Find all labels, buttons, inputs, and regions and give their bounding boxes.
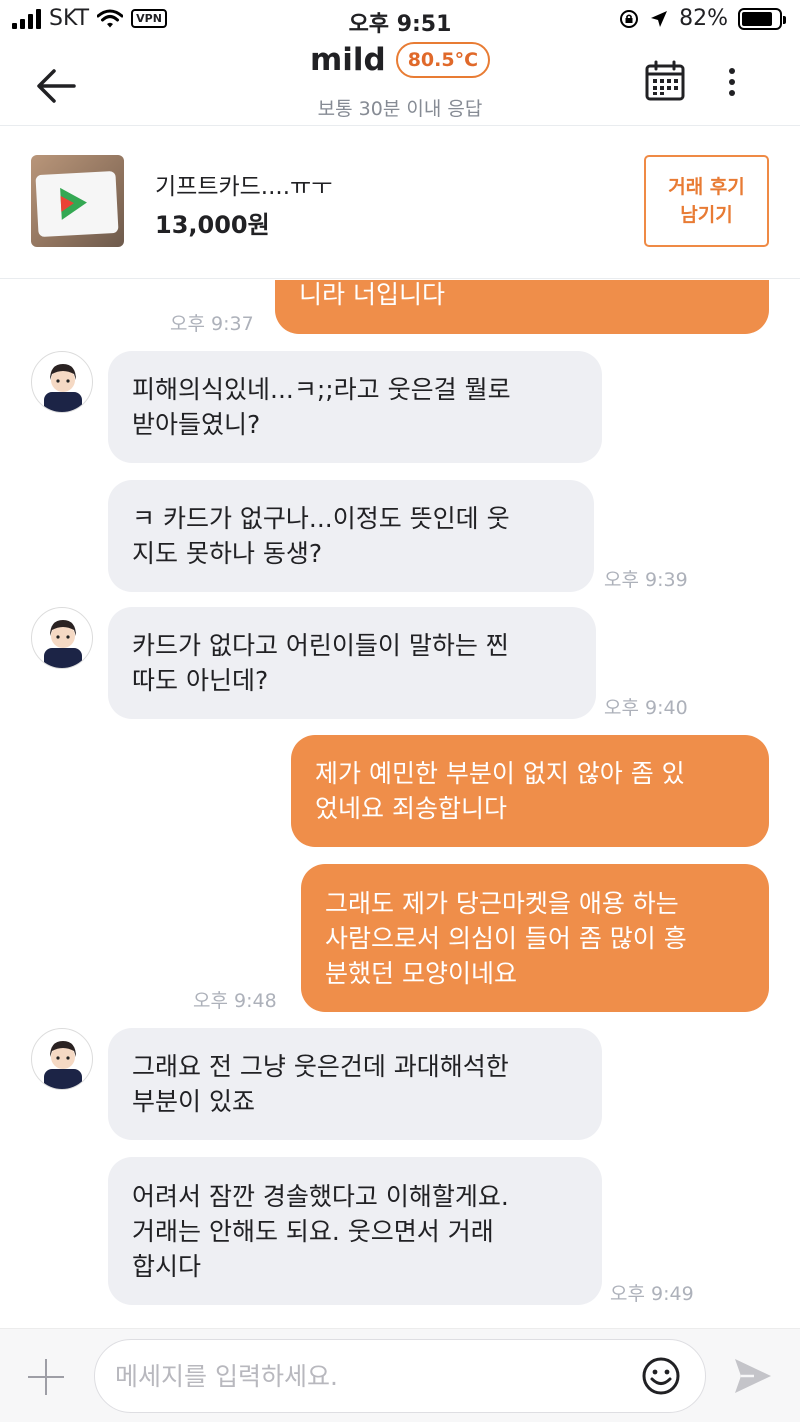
message-bubble-theirs[interactable]: 그래요 전 그냥 웃은건데 과대해석한 부분이 있죠 bbox=[108, 1028, 602, 1140]
status-right: 82% bbox=[619, 6, 786, 31]
message-text: 제가 예민한 부분이 없지 않아 좀 있 었네요 죄송합니다 bbox=[315, 759, 685, 823]
message-text: 그래요 전 그냥 웃은건데 과대해석한 부분이 있죠 bbox=[132, 1052, 509, 1116]
status-bar: SKT VPN 오후 9:51 82% bbox=[0, 0, 800, 40]
message-text: ㅋ 카드가 없구나...이정도 뜻인데 웃 지도 못하나 동생? bbox=[132, 504, 510, 568]
profile-avatar-icon bbox=[44, 364, 82, 412]
send-icon[interactable] bbox=[732, 1355, 774, 1397]
message-input[interactable] bbox=[115, 1340, 635, 1412]
message-bubble-theirs[interactable]: 어려서 잠깐 경솔했다고 이해할게요. 거래는 안해도 되요. 웃으면서 거래 … bbox=[108, 1157, 602, 1305]
battery-percent: 82% bbox=[679, 6, 728, 31]
profile-avatar-icon bbox=[44, 620, 82, 668]
message-bubble-mine[interactable]: 제가 예민한 부분이 없지 않아 좀 있 었네요 죄송합니다 bbox=[291, 735, 769, 847]
profile-avatar-icon bbox=[44, 1041, 82, 1089]
battery-icon bbox=[738, 7, 786, 30]
product-price: 13,000원 bbox=[155, 211, 270, 239]
message-time: 오후 9:48 bbox=[193, 990, 277, 1012]
avatar[interactable] bbox=[31, 607, 93, 669]
avatar[interactable] bbox=[31, 1028, 93, 1090]
chat-messages[interactable]: 니라 너입니다 오후 9:37 피해의식있네...ㅋ;;라고 웃은걸 뭘로 받아… bbox=[0, 280, 800, 1328]
message-text: 니라 너입니다 bbox=[299, 280, 445, 309]
product-bar[interactable]: 기프트카드....ㅠㅜ 13,000원 거래 후기 남기기 bbox=[0, 127, 800, 279]
message-bubble-theirs[interactable]: ㅋ 카드가 없구나...이정도 뜻인데 웃 지도 못하나 동생? bbox=[108, 480, 594, 592]
page-title: mild bbox=[309, 42, 386, 78]
message-time: 오후 9:49 bbox=[610, 1283, 694, 1305]
rotation-lock-icon bbox=[620, 9, 639, 28]
message-input-container[interactable] bbox=[94, 1339, 706, 1413]
message-time: 오후 9:37 bbox=[170, 313, 254, 335]
product-thumbnail[interactable] bbox=[31, 155, 124, 247]
message-bubble-theirs[interactable]: 피해의식있네...ㅋ;;라고 웃은걸 뭘로 받아들였니? bbox=[108, 351, 602, 463]
message-text: 피해의식있네...ㅋ;;라고 웃은걸 뭘로 받아들였니? bbox=[132, 375, 511, 439]
gift-card-image bbox=[35, 170, 119, 238]
emoji-icon[interactable] bbox=[641, 1356, 681, 1396]
avatar[interactable] bbox=[31, 351, 93, 413]
message-time: 오후 9:39 bbox=[604, 569, 688, 591]
leave-review-button[interactable]: 거래 후기 남기기 bbox=[644, 155, 769, 247]
plus-icon[interactable] bbox=[28, 1359, 64, 1395]
message-text: 어려서 잠깐 경솔했다고 이해할게요. 거래는 안해도 되요. 웃으면서 거래 … bbox=[132, 1181, 509, 1281]
message-text: 카드가 없다고 어린이들이 말하는 찐 따도 아닌데? bbox=[132, 631, 509, 695]
chat-header: mild 80.5°C 보통 30분 이내 응답 bbox=[0, 40, 800, 126]
message-input-bar bbox=[0, 1328, 800, 1422]
message-time: 오후 9:40 bbox=[604, 697, 688, 719]
product-name: 기프트카드....ㅠㅜ bbox=[155, 174, 333, 200]
more-options-icon[interactable] bbox=[720, 64, 744, 100]
message-bubble-mine[interactable]: 니라 너입니다 bbox=[275, 280, 769, 334]
leave-review-label: 거래 후기 남기기 bbox=[668, 176, 745, 226]
location-icon bbox=[651, 10, 668, 27]
message-bubble-theirs[interactable]: 카드가 없다고 어린이들이 말하는 찐 따도 아닌데? bbox=[108, 607, 596, 719]
calendar-icon[interactable] bbox=[644, 60, 686, 102]
message-bubble-mine[interactable]: 그래도 제가 당근마켓을 애용 하는 사람으로서 의심이 들어 좀 많이 흥 분… bbox=[301, 864, 769, 1012]
message-text: 그래도 제가 당근마켓을 애용 하는 사람으로서 의심이 들어 좀 많이 흥 분… bbox=[325, 888, 687, 988]
manner-temperature-badge[interactable]: 80.5°C bbox=[395, 42, 491, 78]
